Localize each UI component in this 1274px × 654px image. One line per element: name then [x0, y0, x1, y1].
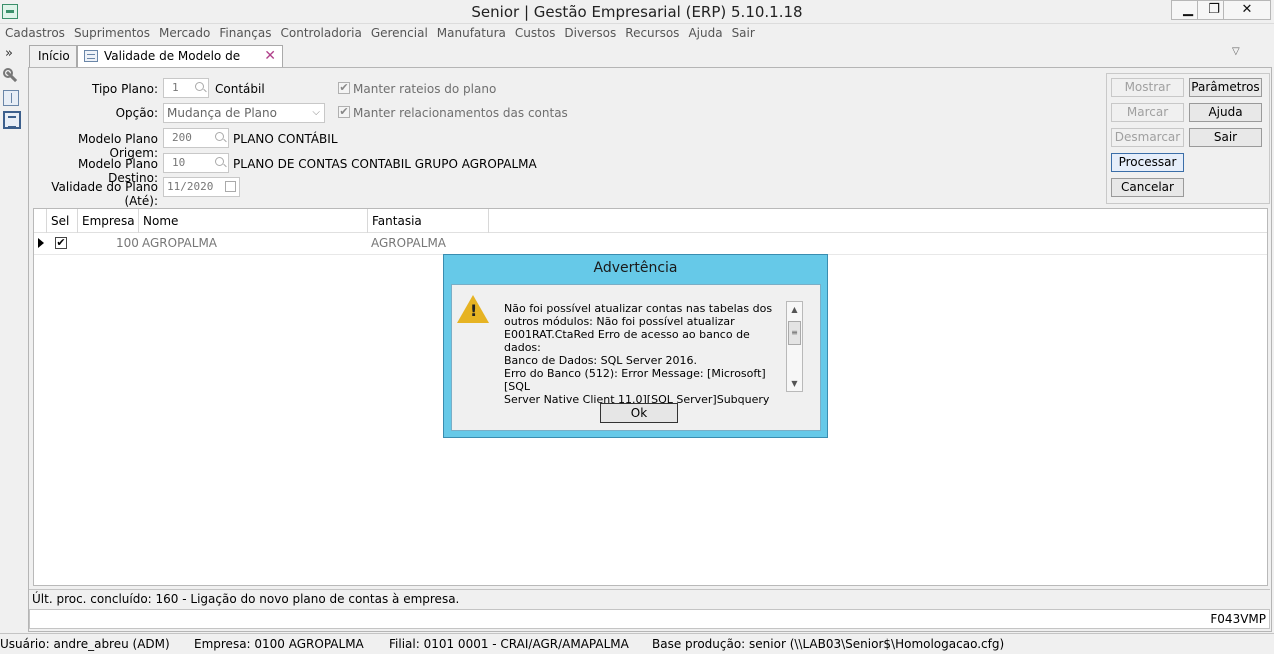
menu-ajuda[interactable]: Ajuda: [688, 24, 722, 42]
destino-value: 10: [172, 156, 186, 169]
tipo-plano-label: Tipo Plano:: [92, 82, 158, 96]
wrench-icon[interactable]: [3, 68, 19, 84]
tipo-plano-value: 1: [172, 81, 179, 94]
destino-desc: PLANO DE CONTAS CONTABIL GRUPO AGROPALMA: [233, 157, 537, 171]
col-empresa[interactable]: Empresa: [78, 209, 139, 233]
menu-gerencial[interactable]: Gerencial: [371, 24, 428, 42]
tipo-plano-field[interactable]: 1: [163, 78, 209, 98]
cell-nome[interactable]: AGROPALMA: [142, 236, 217, 250]
ok-button[interactable]: Ok: [600, 403, 678, 423]
origem-field[interactable]: 200: [163, 128, 229, 148]
calendar-icon[interactable]: [225, 181, 236, 192]
menu-manufatura[interactable]: Manufatura: [437, 24, 506, 42]
tab-validade-modelo-plano[interactable]: Validade de Modelo de Plano ✕: [77, 45, 283, 83]
menu-cadastros[interactable]: Cadastros: [5, 24, 65, 42]
usuario-info: Usuário: andre_abreu (ADM): [0, 637, 170, 651]
panel-icon[interactable]: [3, 90, 19, 106]
dialog-title: Advertência: [593, 260, 678, 276]
mostrar-button[interactable]: Mostrar: [1111, 78, 1184, 97]
session-bar: Usuário: andre_abreu (ADM) Empresa: 0100…: [0, 633, 1274, 654]
search-icon[interactable]: [215, 132, 224, 141]
opcao-value: Mudança de Plano: [167, 106, 277, 120]
form-icon[interactable]: [3, 111, 21, 129]
search-icon[interactable]: [215, 157, 224, 166]
base-info: Base produção: senior (\\LAB03\Senior$\H…: [652, 637, 1005, 651]
tab-dropdown-icon[interactable]: ▽: [1232, 46, 1240, 57]
process-status: Últ. proc. concluído: 160 - Ligação do n…: [29, 589, 1270, 608]
manter-relacionamentos-label: Manter relacionamentos das contas: [353, 106, 568, 120]
tipo-plano-desc: Contábil: [215, 82, 265, 96]
ajuda-button[interactable]: Ajuda: [1189, 103, 1262, 122]
opcao-label: Opção:: [115, 106, 158, 120]
menu-sair[interactable]: Sair: [732, 24, 755, 42]
chevron-down-icon: ⌵: [312, 107, 320, 118]
scroll-thumb[interactable]: ≡: [788, 321, 801, 345]
menu-recursos[interactable]: Recursos: [625, 24, 679, 42]
origem-label: Modelo Plano Origem:: [77, 132, 158, 160]
warning-dialog: Advertência Não foi possível atualizar c…: [443, 254, 828, 438]
title-bar: Senior | Gestão Empresarial (ERP) 5.10.1…: [0, 0, 1274, 24]
empresa-info: Empresa: 0100 AGROPALMA: [194, 637, 364, 651]
origem-value: 200: [172, 131, 192, 144]
form-tab-icon: [84, 50, 98, 62]
cell-empresa[interactable]: 100: [116, 236, 139, 250]
row-indicator-icon: [38, 238, 44, 248]
grid-header: Sel Empresa Nome Fantasia: [34, 209, 1267, 233]
col-sel[interactable]: Sel: [47, 209, 78, 233]
menu-diversos[interactable]: Diversos: [564, 24, 616, 42]
tab-inicio[interactable]: Início: [29, 45, 77, 67]
marcar-button[interactable]: Marcar: [1111, 103, 1184, 122]
destino-field[interactable]: 10: [163, 153, 229, 173]
menu-bar: Cadastros Suprimentos Mercado Finanças Contr…: [0, 24, 1274, 42]
validade-label: Validade do Plano (Até):: [51, 180, 158, 208]
menu-mercado[interactable]: Mercado: [159, 24, 210, 42]
validade-field[interactable]: 11/2020: [163, 177, 240, 197]
row-select-checkbox[interactable]: ✔: [55, 237, 67, 249]
message-scrollbar[interactable]: ▲ ≡ ▼: [786, 301, 803, 392]
processar-button[interactable]: Processar: [1111, 153, 1184, 172]
search-icon[interactable]: [195, 82, 204, 91]
dialog-body: Não foi possível atualizar contas nas ta…: [451, 284, 821, 431]
cancelar-button[interactable]: Cancelar: [1111, 178, 1184, 197]
parametros-button[interactable]: Parâmetros: [1189, 78, 1262, 97]
dialog-message: Não foi possível atualizar contas nas ta…: [504, 302, 773, 406]
manter-rateios-label: Manter rateios do plano: [353, 82, 497, 96]
close-window-button[interactable]: ✕: [1223, 0, 1271, 20]
left-toolbar: »: [0, 44, 24, 144]
expand-icon[interactable]: »: [5, 46, 13, 61]
desmarcar-button[interactable]: Desmarcar: [1111, 128, 1184, 147]
grid-indicator-col: [34, 209, 47, 233]
sair-button[interactable]: Sair: [1189, 128, 1262, 147]
menu-financas[interactable]: Finanças: [219, 24, 271, 42]
manter-relacionamentos-checkbox[interactable]: ✔: [338, 106, 350, 118]
filial-info: Filial: 0101 0001 - CRAI/AGR/AMAPALMA: [389, 637, 629, 651]
warning-icon: [457, 295, 489, 323]
menu-controladoria[interactable]: Controladoria: [281, 24, 362, 42]
col-fantasia[interactable]: Fantasia: [368, 209, 489, 233]
close-tab-icon[interactable]: ✕: [264, 46, 276, 66]
manter-rateios-checkbox[interactable]: ✔: [338, 82, 350, 94]
menu-suprimentos[interactable]: Suprimentos: [74, 24, 150, 42]
origem-desc: PLANO CONTÁBIL: [233, 132, 338, 146]
validade-value: 11/2020: [167, 180, 214, 193]
screen-code: F043VMP: [29, 609, 1270, 629]
scroll-up-icon[interactable]: ▲: [787, 302, 802, 317]
window-title: Senior | Gestão Empresarial (ERP) 5.10.1…: [471, 3, 803, 21]
menu-custos[interactable]: Custos: [515, 24, 556, 42]
opcao-select[interactable]: Mudança de Plano ⌵: [163, 103, 325, 123]
scroll-down-icon[interactable]: ▼: [787, 376, 802, 391]
col-nome[interactable]: Nome: [139, 209, 368, 233]
cell-fantasia[interactable]: AGROPALMA: [371, 236, 446, 250]
